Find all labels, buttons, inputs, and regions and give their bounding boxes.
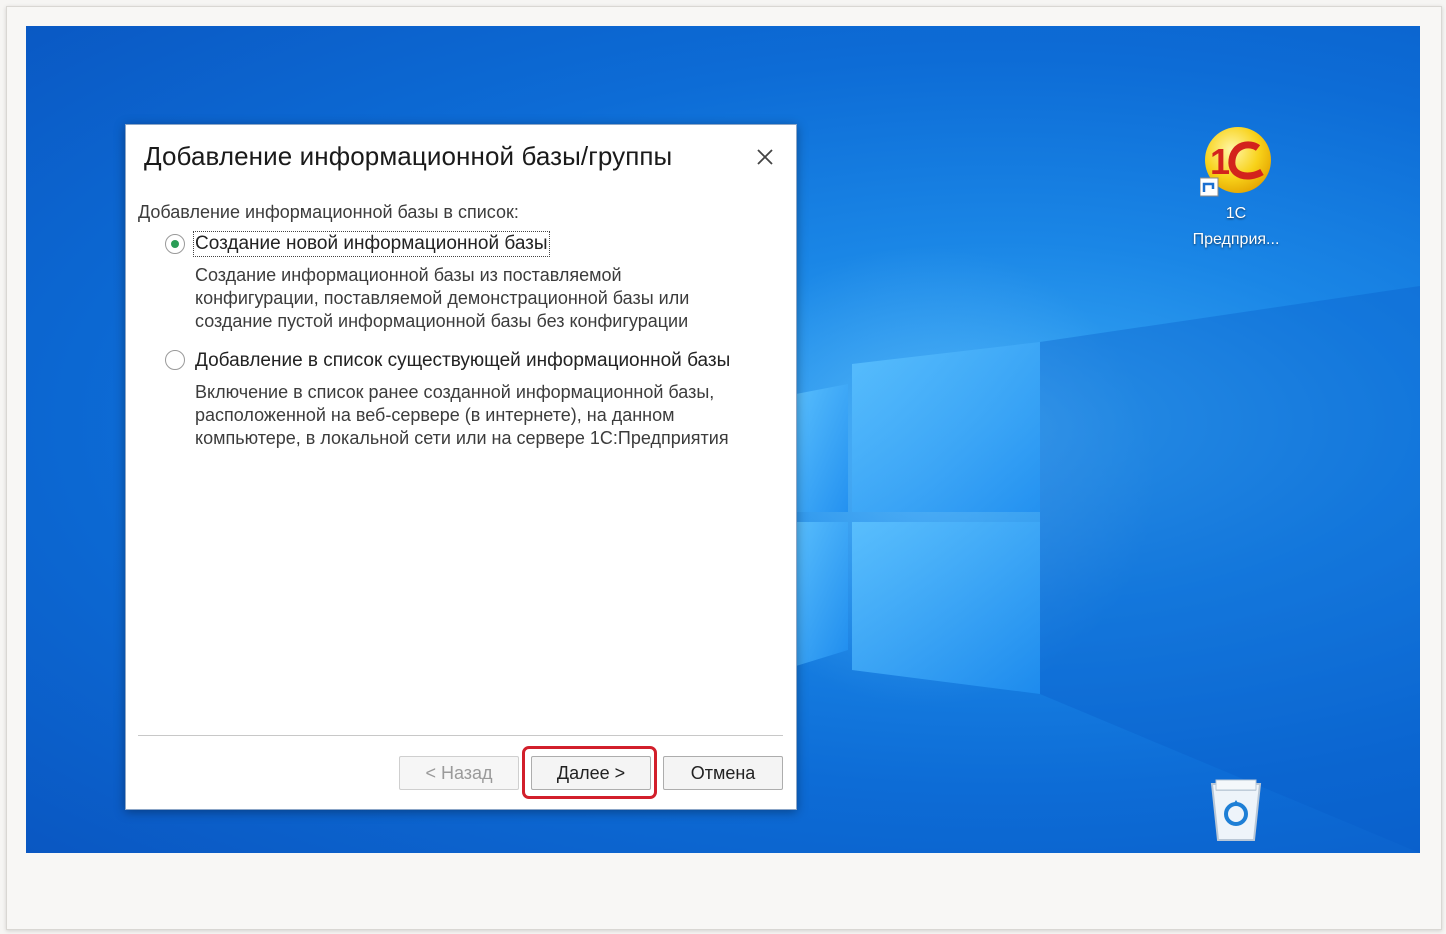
cancel-button[interactable]: Отмена — [663, 756, 783, 790]
option-create-new-description: Создание информационной базы из поставля… — [195, 264, 689, 333]
radio-create-new[interactable] — [165, 234, 185, 254]
separator — [138, 735, 783, 736]
option-create-new-label[interactable]: Создание новой информационной базы — [193, 231, 550, 257]
dialog-title: Добавление информационной базы/группы — [144, 141, 673, 171]
add-infobase-dialog: Добавление информационной базы/группы До… — [125, 124, 797, 810]
description-line: компьютере, в локальной сети или на серв… — [195, 428, 729, 448]
1c-enterprise-icon[interactable]: 1 — [1200, 126, 1272, 200]
desktop-icon-1c-label-line1[interactable]: 1С — [1186, 205, 1286, 223]
description-line: создание пустой информационной базы без … — [195, 311, 689, 331]
description-line: конфигурации, поставляемой демонстрацион… — [195, 288, 690, 308]
close-button[interactable] — [748, 141, 782, 173]
description-line: Включение в список ранее созданной инфор… — [195, 382, 715, 402]
close-icon — [757, 149, 773, 165]
next-button-highlight — [522, 746, 657, 799]
option-add-existing-label[interactable]: Добавление в список существующей информа… — [195, 350, 730, 372]
recycle-bin-icon[interactable] — [1204, 776, 1268, 844]
prompt-label: Добавление информационной базы в список: — [138, 202, 519, 222]
option-add-existing-description: Включение в список ранее созданной инфор… — [195, 381, 729, 450]
desktop-icon-1c-label-line2[interactable]: Предприя... — [1176, 231, 1296, 249]
radio-add-existing[interactable] — [165, 350, 185, 370]
back-button[interactable]: < Назад — [399, 756, 519, 790]
description-line: расположенной на веб-сервере (в интернет… — [195, 405, 675, 425]
description-line: Создание информационной базы из поставля… — [195, 265, 622, 285]
svg-text:1: 1 — [1210, 141, 1230, 182]
